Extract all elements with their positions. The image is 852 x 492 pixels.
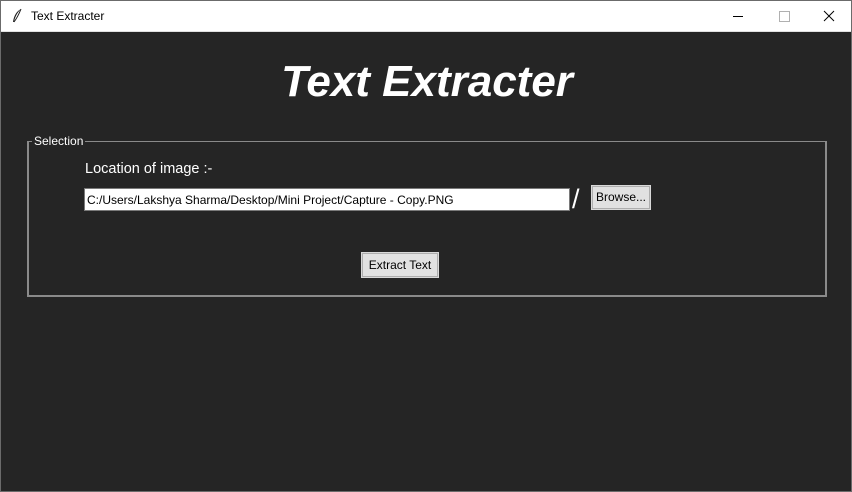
minimize-icon xyxy=(733,16,743,17)
location-label: Location of image :- xyxy=(85,161,213,177)
close-icon xyxy=(823,10,835,22)
extract-text-button[interactable]: Extract Text xyxy=(361,252,439,278)
image-path-input[interactable] xyxy=(84,188,570,211)
close-button[interactable] xyxy=(807,1,852,31)
title-bar[interactable]: Text Extracter xyxy=(1,1,851,32)
browse-button[interactable]: Browse... xyxy=(591,185,651,210)
maximize-button[interactable] xyxy=(761,1,807,31)
minimize-button[interactable] xyxy=(715,1,761,31)
path-separator: / xyxy=(572,184,580,214)
app-window: Text Extracter Text Extracter Selection … xyxy=(0,0,852,492)
feather-icon xyxy=(11,8,23,24)
selection-legend: Selection xyxy=(32,134,86,148)
maximize-icon xyxy=(779,11,790,22)
page-title: Text Extracter xyxy=(281,57,573,106)
window-title: Text Extracter xyxy=(31,9,105,23)
